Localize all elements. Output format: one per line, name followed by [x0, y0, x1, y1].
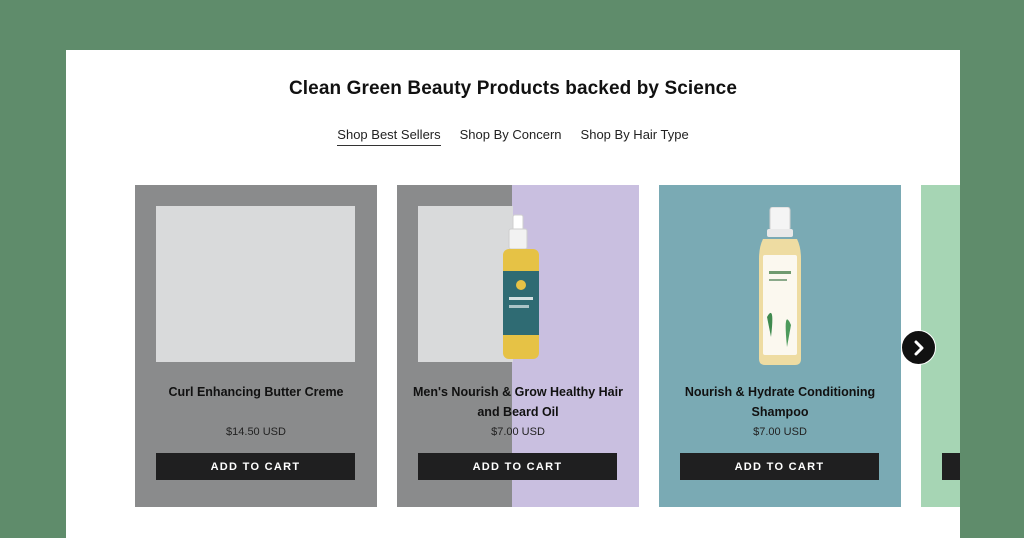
- product-price: $7.00 USD: [491, 426, 545, 438]
- add-to-cart-button[interactable]: ADD TO CART: [680, 453, 879, 480]
- tab-by-hair-type[interactable]: Shop By Hair Type: [581, 127, 689, 146]
- product-card[interactable]: Curl Enhancing Butter Creme $14.50 USD A…: [135, 185, 377, 507]
- shampoo-bottle-image[interactable]: [757, 207, 803, 367]
- add-to-cart-button[interactable]: [942, 453, 960, 480]
- product-image-placeholder[interactable]: [156, 206, 355, 362]
- beard-oil-bottle-image[interactable]: [501, 213, 543, 363]
- collection-tabs: Shop Best Sellers Shop By Concern Shop B…: [66, 127, 960, 146]
- tab-best-sellers[interactable]: Shop Best Sellers: [337, 127, 441, 146]
- add-to-cart-button[interactable]: ADD TO CART: [156, 453, 355, 480]
- product-name[interactable]: Curl Enhancing Butter Creme: [145, 382, 367, 402]
- product-name[interactable]: Nourish & Hydrate Conditioning Shampoo: [669, 382, 891, 422]
- product-card[interactable]: Men's Nourish & Grow Healthy Hair and Be…: [397, 185, 639, 507]
- product-name[interactable]: Men's Nourish & Grow Healthy Hair and Be…: [407, 382, 629, 422]
- next-slide-button[interactable]: [901, 330, 936, 365]
- tab-by-concern[interactable]: Shop By Concern: [460, 127, 562, 146]
- product-card[interactable]: Nourish & Hydrate Conditioning Shampoo $…: [659, 185, 901, 507]
- product-price: $14.50 USD: [226, 426, 286, 438]
- section-title: Clean Green Beauty Products backed by Sc…: [288, 78, 737, 99]
- product-image-placeholder[interactable]: [418, 206, 513, 362]
- product-section: Clean Green Beauty Products backed by Sc…: [66, 50, 960, 538]
- chevron-right-icon: [914, 340, 923, 355]
- product-price: $7.00 USD: [753, 426, 807, 438]
- add-to-cart-button[interactable]: ADD TO CART: [418, 453, 617, 480]
